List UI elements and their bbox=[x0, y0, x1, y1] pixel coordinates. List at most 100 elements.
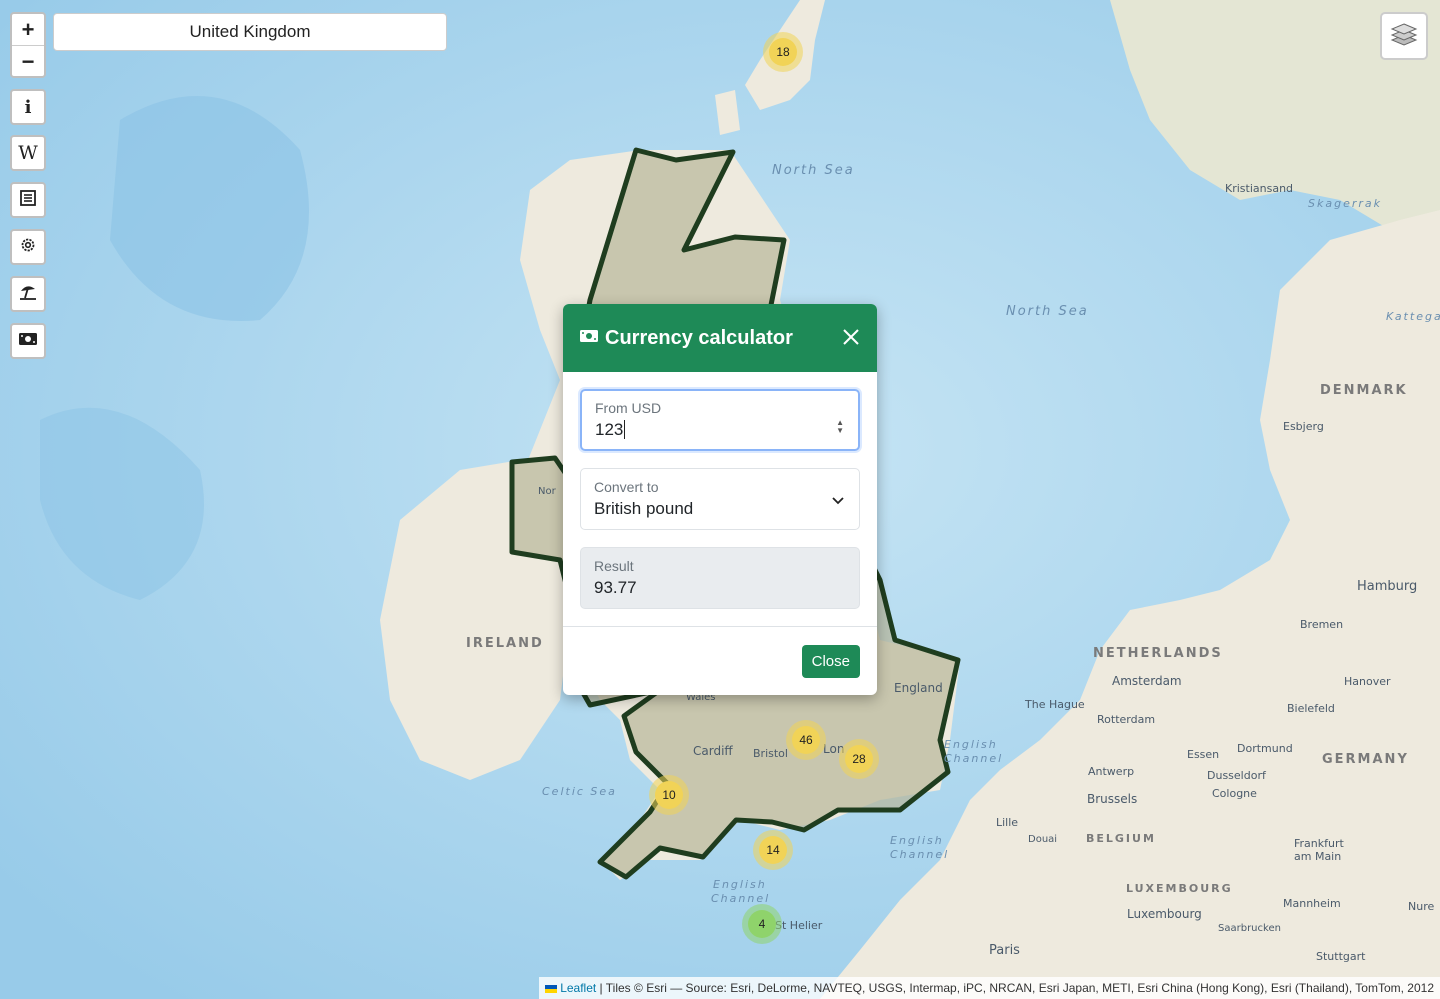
cluster-marker[interactable]: 18 bbox=[763, 32, 803, 72]
modal-header: Currency calculator bbox=[563, 304, 877, 372]
result-field: Result 93.77 bbox=[580, 547, 860, 609]
from-usd-input[interactable]: From USD 123 ▲ ▼ bbox=[580, 389, 860, 451]
cluster-count: 10 bbox=[662, 788, 676, 802]
map-label-english-channel-1a: English bbox=[944, 738, 998, 751]
map-label-english-channel-1b: Channel bbox=[944, 752, 1003, 765]
cluster-marker[interactable]: 28 bbox=[839, 739, 879, 779]
cluster-marker[interactable]: 46 bbox=[786, 720, 826, 760]
map-label-frankfurt-2: am Main bbox=[1294, 850, 1341, 863]
close-button[interactable]: Close bbox=[801, 645, 860, 678]
map-attribution: Leaflet | Tiles © Esri — Source: Esri, D… bbox=[539, 977, 1440, 999]
settings-button[interactable] bbox=[10, 229, 46, 265]
map-label-esbjerg: Esbjerg bbox=[1283, 420, 1324, 433]
map-label-luxembourg-country: LUXEMBOURG bbox=[1126, 882, 1233, 895]
search-field[interactable]: United Kingdom bbox=[53, 13, 447, 51]
map-label-denmark: DENMARK bbox=[1320, 383, 1408, 398]
map-label-kattegat: Kattegat bbox=[1386, 310, 1440, 323]
map-label-hamburg: Hamburg bbox=[1357, 579, 1417, 594]
modal-footer: Close bbox=[563, 626, 877, 695]
wikipedia-icon: W bbox=[18, 142, 38, 164]
search-field-value: United Kingdom bbox=[189, 22, 311, 41]
layers-button[interactable] bbox=[1380, 12, 1428, 60]
map-label-dusseldorf: Dusseldorf bbox=[1207, 769, 1267, 782]
money-icon bbox=[579, 328, 599, 349]
zoom-in-button[interactable]: + bbox=[12, 14, 44, 46]
modal-title: Currency calculator bbox=[605, 326, 793, 349]
map-label-frankfurt-1: Frankfurt bbox=[1294, 837, 1344, 850]
news-button[interactable] bbox=[10, 182, 46, 218]
money-icon bbox=[18, 331, 38, 352]
map-label-luxembourg-city: Luxembourg bbox=[1127, 907, 1202, 921]
info-button[interactable]: i bbox=[10, 89, 46, 125]
zoom-out-button[interactable]: − bbox=[12, 46, 44, 77]
from-usd-value: 123 bbox=[595, 420, 626, 439]
map-label-paris: Paris bbox=[989, 943, 1020, 958]
result-label: Result bbox=[594, 558, 634, 574]
map-label-mannheim: Mannheim bbox=[1283, 897, 1341, 910]
beach-button[interactable] bbox=[10, 276, 46, 312]
cluster-count: 4 bbox=[759, 917, 766, 931]
map-label-bristol: Bristol bbox=[753, 747, 788, 760]
zoom-control: + − bbox=[10, 12, 46, 78]
currency-button[interactable] bbox=[10, 323, 46, 359]
info-icon: i bbox=[24, 96, 32, 118]
map-label-netherlands: NETHERLANDS bbox=[1093, 646, 1223, 661]
map-label-ireland: IRELAND bbox=[466, 636, 544, 651]
close-icon[interactable] bbox=[841, 327, 861, 347]
cluster-count: 46 bbox=[799, 733, 813, 747]
cluster-marker[interactable]: 14 bbox=[753, 830, 793, 870]
attribution-text: | Tiles © Esri — Source: Esri, DeLorme, … bbox=[596, 981, 1434, 995]
map-label-english-channel-2a: English bbox=[890, 834, 944, 847]
cluster-marker[interactable]: 4 bbox=[742, 904, 782, 944]
layers-icon bbox=[1390, 21, 1418, 52]
convert-to-value: British pound bbox=[594, 499, 694, 518]
map-label-lille: Lille bbox=[996, 816, 1018, 829]
map-label-dortmund: Dortmund bbox=[1237, 742, 1293, 755]
map-label-nuremberg: Nure bbox=[1408, 900, 1434, 913]
map-label-north-sea-1: North Sea bbox=[772, 163, 855, 178]
map-label-douai: Douai bbox=[1028, 834, 1057, 845]
map-label-english-channel-2b: Channel bbox=[890, 848, 949, 861]
number-spinner-icon[interactable]: ▲ ▼ bbox=[836, 419, 844, 435]
map-label-stuttgart: Stuttgart bbox=[1316, 950, 1366, 963]
cluster-count: 18 bbox=[776, 45, 790, 59]
cluster-count: 14 bbox=[766, 843, 780, 857]
map-label-english-channel-3b: Channel bbox=[711, 892, 770, 905]
map-label-essen: Essen bbox=[1187, 748, 1219, 761]
wikipedia-button[interactable]: W bbox=[10, 135, 46, 171]
result-value: 93.77 bbox=[594, 578, 637, 597]
map-label-cologne: Cologne bbox=[1212, 787, 1257, 800]
settings-gear-icon bbox=[19, 236, 37, 259]
map-label-english-channel-3a: English bbox=[713, 878, 767, 891]
map-label-celtic-sea: Celtic Sea bbox=[542, 785, 617, 798]
map-label-north-sea-2: North Sea bbox=[1006, 304, 1089, 319]
cluster-marker[interactable]: 10 bbox=[649, 775, 689, 815]
convert-to-label: Convert to bbox=[594, 479, 659, 495]
map-label-cardiff: Cardiff bbox=[693, 744, 733, 758]
map-label-hanover: Hanover bbox=[1344, 675, 1391, 688]
map-label-northern-ireland: Nor bbox=[538, 486, 557, 497]
map-label-st-helier: St Helier bbox=[775, 919, 823, 932]
convert-to-select[interactable]: Convert to British pound bbox=[580, 468, 860, 530]
map-label-rotterdam: Rotterdam bbox=[1097, 713, 1155, 726]
chevron-down-icon bbox=[831, 493, 845, 511]
map-label-bremen: Bremen bbox=[1300, 618, 1343, 631]
map-label-brussels: Brussels bbox=[1087, 792, 1137, 806]
from-usd-label: From USD bbox=[595, 400, 662, 416]
ukraine-flag-icon bbox=[545, 984, 558, 993]
map-label-antwerp: Antwerp bbox=[1088, 765, 1134, 778]
cluster-count: 28 bbox=[852, 752, 866, 766]
map-label-saarbrucken: Saarbrucken bbox=[1218, 923, 1281, 934]
map-label-skagerrak: Skagerrak bbox=[1308, 197, 1382, 210]
map-label-the-hague: The Hague bbox=[1024, 698, 1085, 711]
map-label-england: England bbox=[894, 681, 943, 695]
map-label-amsterdam: Amsterdam bbox=[1112, 674, 1182, 688]
leaflet-link[interactable]: Leaflet bbox=[560, 981, 596, 995]
map-label-bielefeld: Bielefeld bbox=[1287, 702, 1335, 715]
news-icon bbox=[19, 189, 37, 212]
map-label-germany: GERMANY bbox=[1322, 752, 1409, 767]
currency-calculator-modal: Currency calculator From USD 123 ▲ ▼ Conv… bbox=[563, 304, 877, 695]
modal-body: From USD 123 ▲ ▼ Convert to British pound… bbox=[563, 372, 877, 609]
map-label-kristiansand: Kristiansand bbox=[1225, 182, 1293, 195]
beach-umbrella-icon bbox=[18, 282, 38, 307]
